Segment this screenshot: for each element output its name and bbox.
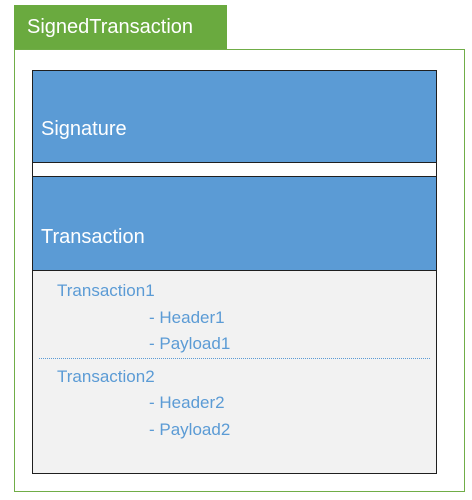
signature-label: Signature (41, 118, 127, 140)
transaction-container: Signature Transaction Transaction1 - Hea… (32, 70, 437, 474)
transaction2-payload: - Payload2 (149, 420, 231, 439)
transaction-separator (39, 358, 430, 359)
transaction1-header: - Header1 (149, 308, 225, 327)
transaction2-name: Transaction2 (57, 367, 155, 386)
transaction1-payload: - Payload1 (149, 334, 231, 353)
signed-transaction-title: SignedTransaction (14, 5, 227, 50)
transaction2-header: - Header2 (149, 393, 225, 412)
transaction-block: Transaction (33, 177, 436, 271)
signature-block: Signature (33, 71, 436, 163)
transaction-label: Transaction (41, 226, 145, 248)
block-gap (33, 163, 436, 177)
transaction1-name: Transaction1 (57, 281, 155, 300)
